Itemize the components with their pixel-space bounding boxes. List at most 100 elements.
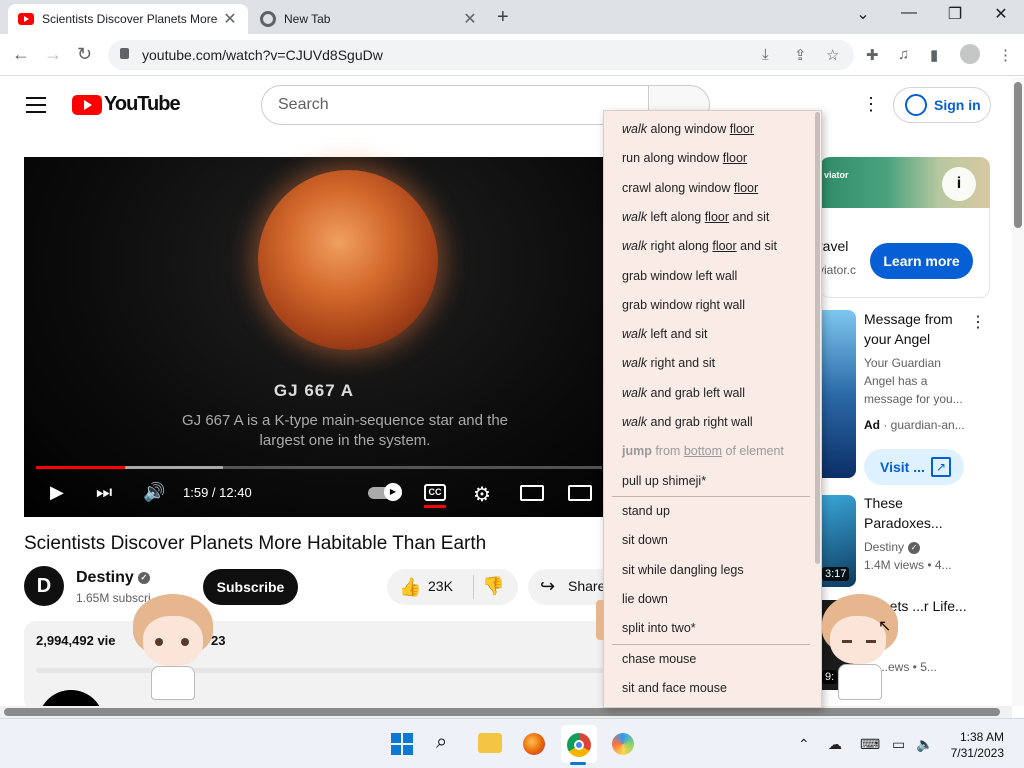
channel-name[interactable]: Destiny ✓ (76, 569, 150, 587)
autoplay-toggle[interactable] (368, 483, 402, 501)
menu-item[interactable]: walk left along floor and sit (622, 210, 769, 224)
menu-item[interactable]: walk left and sit (622, 327, 707, 341)
menu-item-text: walk (622, 122, 648, 136)
external-link-icon[interactable]: ↗ (931, 457, 951, 477)
paint-app-icon[interactable] (612, 733, 634, 755)
maximize-button[interactable]: ❐ (935, 4, 975, 24)
keyboard-icon[interactable]: ⌨ (860, 736, 880, 753)
side-panel-icon[interactable]: ▮ (930, 46, 938, 64)
share-arrow-icon[interactable]: ↪ (540, 576, 555, 597)
info-icon[interactable]: i (942, 167, 976, 201)
share-page-icon[interactable]: ⇪ (794, 46, 807, 64)
bookmark-star-icon[interactable]: ☆ (826, 46, 839, 64)
video-overlay-title: GJ 667 A (273, 381, 355, 400)
next-video-icon[interactable]: ⏭ (96, 482, 112, 503)
menu-item[interactable]: walk and grab left wall (622, 386, 745, 400)
menu-item[interactable]: stand up (622, 504, 670, 518)
menu-item[interactable]: pull up shimeji* (622, 474, 706, 488)
horizontal-scroll-thumb[interactable] (4, 708, 1000, 716)
show-hidden-icons-chevron-icon[interactable]: ⌃ (798, 736, 810, 753)
close-tab-icon[interactable]: ✕ (222, 9, 238, 29)
settings-kebab-icon[interactable]: ⋮ (862, 94, 880, 115)
shimeji-character-left[interactable] (125, 594, 220, 706)
taskbar-clock[interactable]: 1:38 AM 7/31/2023 (944, 729, 1004, 761)
tab-youtube[interactable]: Scientists Discover Planets More ✕ (8, 4, 248, 34)
close-window-button[interactable]: ✕ (981, 4, 1021, 24)
menu-item[interactable]: walk along window floor (622, 122, 754, 136)
related-description: Your Guardian Angel has a message for yo… (864, 356, 963, 406)
menu-item-text: of element (722, 444, 784, 458)
star-render-image (258, 170, 438, 350)
forward-arrow-icon[interactable]: → (44, 44, 62, 65)
youtube-logo-icon[interactable] (72, 95, 102, 115)
minimize-button[interactable]: — (889, 4, 929, 22)
media-controls-icon[interactable]: ♫ (898, 46, 909, 63)
network-icon[interactable]: ▭ (892, 736, 905, 753)
menu-item[interactable]: crawl along window floor (622, 181, 758, 195)
search-input[interactable]: Search (261, 85, 649, 125)
shimeji-character-right[interactable] (820, 594, 902, 706)
menu-item-text: floor (704, 210, 730, 224)
shimeji-character-partial[interactable] (596, 600, 604, 640)
tab-search-chevron-icon[interactable]: ⌄ (843, 4, 883, 24)
menu-item[interactable]: walk right along floor and sit (622, 239, 777, 253)
taskbar-search-icon[interactable]: ⌕ (436, 731, 447, 754)
ad-domain: viator.c (818, 263, 857, 277)
settings-gear-icon[interactable]: ⚙ (473, 482, 491, 507)
like-count[interactable]: 23K (428, 578, 453, 594)
ad-title[interactable]: ravel (818, 238, 848, 254)
thumbs-down-icon[interactable]: 👎 (482, 576, 504, 597)
video-thumbnail[interactable] (820, 310, 856, 478)
related-title[interactable]: Message from your Angel (864, 309, 974, 349)
speaker-icon[interactable]: 🔈 (916, 736, 933, 753)
more-options-icon[interactable]: ⋮ (970, 312, 986, 332)
miniplayer-icon[interactable] (520, 485, 544, 501)
back-arrow-icon[interactable]: ← (12, 44, 30, 65)
play-icon[interactable]: ▶ (50, 482, 64, 503)
menu-item[interactable]: sit and face mouse (622, 681, 727, 695)
thumbs-up-icon[interactable]: 👍 (399, 577, 421, 598)
url-text[interactable]: youtube.com/watch?v=CJUVd8SguDw (142, 47, 383, 63)
menu-item-text: walk (622, 415, 648, 429)
firefox-icon[interactable] (523, 733, 545, 755)
menu-item[interactable]: chase mouse (622, 652, 696, 666)
menu-item[interactable]: run along window floor (622, 151, 747, 165)
menu-item[interactable]: jump from bottom of element (622, 444, 784, 458)
menu-item[interactable]: split into two* (622, 621, 696, 635)
onedrive-cloud-icon[interactable]: ☁ (828, 736, 842, 753)
install-app-icon[interactable]: ⤓ (762, 46, 769, 63)
file-explorer-icon[interactable] (478, 733, 502, 753)
clock-date: 7/31/2023 (950, 746, 1004, 760)
menu-item[interactable]: sit while dangling legs (622, 563, 744, 577)
menu-item[interactable]: grab window right wall (622, 298, 745, 312)
extensions-puzzle-icon[interactable]: ✚ (866, 46, 879, 64)
menu-item[interactable]: grab window left wall (622, 269, 737, 283)
related-title[interactable]: These Paradoxes... (864, 493, 974, 533)
menu-item[interactable]: lie down (622, 592, 668, 606)
menu-item[interactable]: walk and grab right wall (622, 415, 753, 429)
vertical-scroll-thumb[interactable] (1014, 82, 1022, 228)
theater-mode-icon[interactable] (568, 485, 592, 501)
menu-item[interactable]: sit down (622, 533, 668, 547)
reload-icon[interactable]: ↻ (77, 44, 92, 65)
subtitles-icon[interactable]: CC (424, 484, 446, 501)
youtube-wordmark[interactable]: YouTube (104, 93, 181, 116)
browser-menu-icon[interactable]: ⋮ (998, 46, 1013, 64)
channel-avatar[interactable]: D (24, 566, 64, 606)
hamburger-menu-icon[interactable] (26, 97, 46, 118)
tab-new-tab[interactable]: New Tab ✕ (250, 4, 488, 34)
menu-scrollbar[interactable] (815, 112, 820, 564)
new-tab-button[interactable]: + (497, 6, 509, 29)
menu-item-text: floor (733, 181, 759, 195)
close-tab-icon[interactable]: ✕ (462, 9, 478, 29)
learn-more-button[interactable]: Learn more (870, 243, 973, 279)
menu-item-text: left and sit (647, 327, 708, 341)
channel-name-text[interactable]: Destiny (76, 569, 134, 586)
menu-item-text: from (651, 444, 684, 458)
sponsor-name: guardian-an... (890, 418, 965, 432)
windows-start-icon[interactable] (391, 733, 413, 755)
volume-icon[interactable]: 🔊 (143, 482, 165, 503)
share-label[interactable]: Share (568, 578, 605, 594)
menu-item[interactable]: walk right and sit (622, 356, 715, 370)
profile-avatar-icon[interactable] (960, 44, 980, 64)
